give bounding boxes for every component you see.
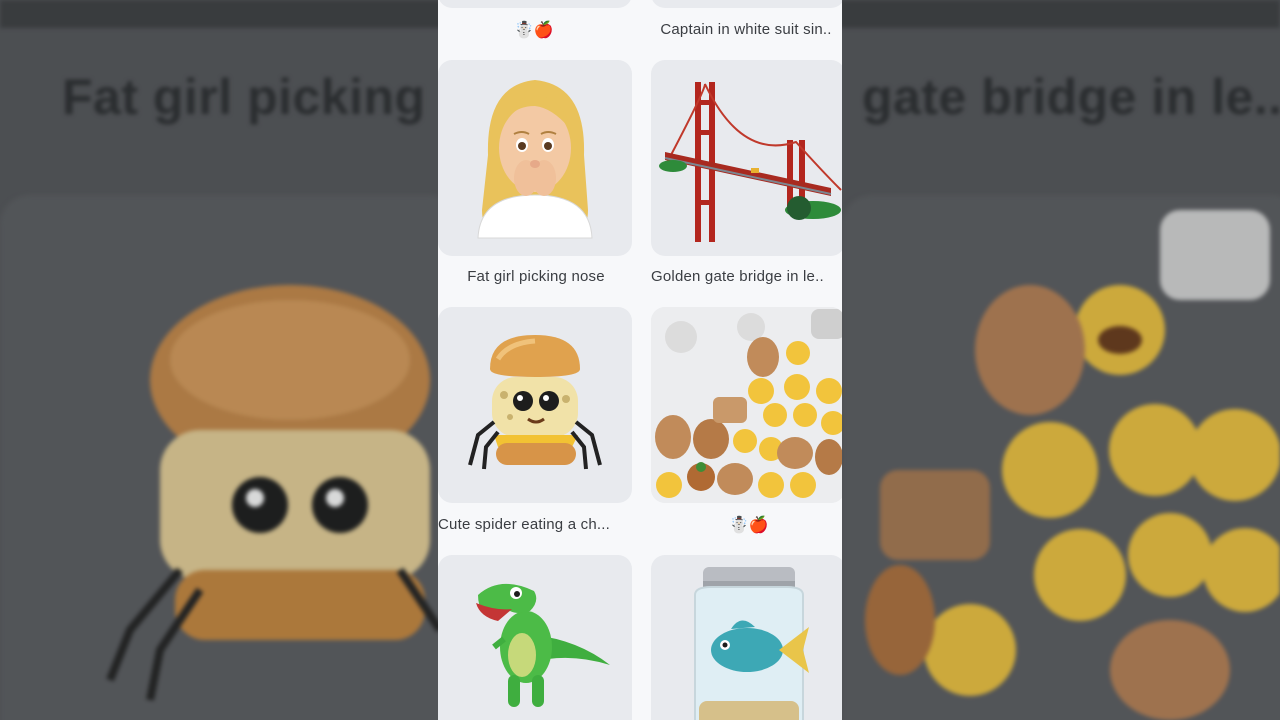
lego-bridge-image: [659, 82, 842, 242]
caption-fat-girl-picking-nose: Fat girl picking nose: [467, 268, 605, 285]
tile-snowman-apple-pile[interactable]: [651, 307, 842, 503]
caption-captain-white-suit: Captain in white suit sin..: [660, 21, 832, 38]
tile-fish-in-jar[interactable]: [651, 555, 842, 720]
spider-burger-image: [468, 335, 602, 470]
caption-snowman-apple-icons-2: ☃️🍎: [729, 517, 769, 534]
dinosaur-image: [476, 583, 610, 707]
emoji-pile-image: [651, 307, 842, 503]
tile-fat-girl-picking-nose[interactable]: [438, 60, 632, 256]
tile-green-dinosaur[interactable]: [438, 555, 632, 720]
caption-cute-spider: Cute spider eating a ch...: [438, 516, 610, 533]
tile-snowman-apple[interactable]: [438, 0, 632, 8]
fish-jar-image: [694, 567, 809, 720]
girl-emoji-image: [477, 80, 593, 239]
tile-cute-spider-eating-cheeseburger[interactable]: [438, 307, 632, 503]
caption-golden-gate-bridge: Golden gate bridge in le..: [651, 268, 824, 285]
tile-golden-gate-bridge-lego[interactable]: [651, 60, 842, 256]
tile-captain-white-suit[interactable]: [651, 0, 842, 8]
caption-snowman-apple-icons: ☃️🍎: [514, 22, 554, 39]
emoji-grid-panel: ☃️🍎 Captain in white suit sin.. Fat girl…: [438, 0, 842, 720]
